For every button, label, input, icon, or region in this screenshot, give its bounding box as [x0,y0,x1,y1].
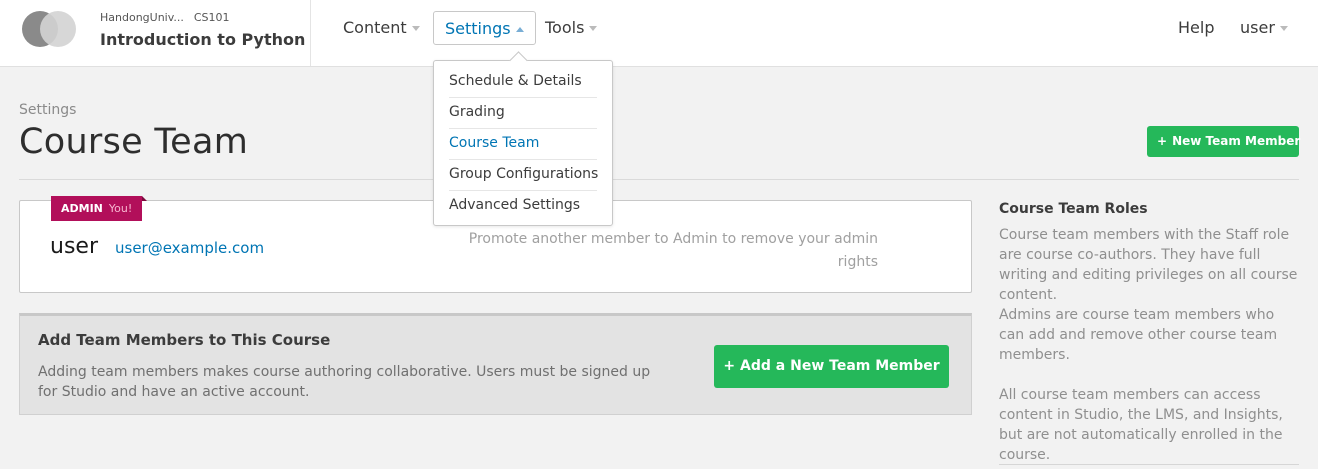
plus-icon: + [723,358,736,374]
chevron-down-icon [411,26,420,31]
add-members-description: Adding team members makes course authori… [38,364,651,400]
title-divider [19,179,1299,180]
nav-tools-label: Tools [545,18,585,37]
chevron-up-icon [515,27,524,32]
sidebar-divider [999,464,1299,465]
add-members-title: Add Team Members to This Course [38,331,331,349]
role-label: ADMIN [61,202,103,215]
page-title: Course Team [19,122,249,162]
nav-user-menu[interactable]: user [1240,11,1288,45]
settings-dropdown: Schedule & Details Grading Course Team G… [433,60,613,226]
nav-user-label: user [1240,18,1275,37]
admin-badge: ADMIN You! [51,196,148,221]
new-team-member-button[interactable]: + New Team Member [1147,126,1301,157]
member-name: user [50,234,98,259]
nav-tools[interactable]: Tools [545,11,598,45]
admin-note: Promote another member to Admin to remov… [468,231,878,270]
nav-content[interactable]: Content [343,11,420,45]
plus-icon: + [1157,134,1168,148]
header-divider [310,0,311,66]
course-number: CS101 [193,11,230,24]
menu-item-advanced-settings[interactable]: Advanced Settings [449,191,597,222]
menu-item-schedule-details[interactable]: Schedule & Details [449,67,597,98]
sidebar-paragraph-admins: Admins are course team members who can a… [999,307,1278,363]
nav-help-label: Help [1178,18,1215,37]
menu-item-grading[interactable]: Grading [449,98,597,129]
member-email-link[interactable]: user@example.com [115,239,264,257]
studio-logo[interactable] [22,11,78,47]
course-org: HandongUniv... [100,11,184,24]
add-new-team-member-label: Add a New Team Member [740,358,940,374]
new-team-member-label: New Team Member [1172,134,1301,148]
sidebar-title: Course Team Roles [999,201,1148,217]
course-title[interactable]: Introduction to Python [100,30,305,49]
course-org-line: HandongUniv... CS101 [100,11,230,24]
page-subtitle: Settings [19,102,77,118]
app-header: HandongUniv... CS101 Introduction to Pyth… [0,0,1318,67]
nav-help[interactable]: Help [1178,11,1214,45]
sidebar-paragraph-staff: Course team members with the Staff role … [999,227,1298,303]
nav-settings[interactable]: Settings [433,11,536,45]
nav-content-label: Content [343,18,407,37]
add-members-panel: Add Team Members to This Course Adding t… [19,313,972,415]
add-new-team-member-button[interactable]: + Add a New Team Member [714,345,949,388]
menu-item-course-team[interactable]: Course Team [449,129,597,160]
menu-item-group-configurations[interactable]: Group Configurations [449,160,598,191]
chevron-down-icon [589,26,598,31]
you-label: You! [108,202,133,215]
nav-settings-label: Settings [445,19,511,38]
chevron-down-icon [1279,26,1288,31]
sidebar-paragraph-access: All course team members can access conte… [999,387,1283,463]
